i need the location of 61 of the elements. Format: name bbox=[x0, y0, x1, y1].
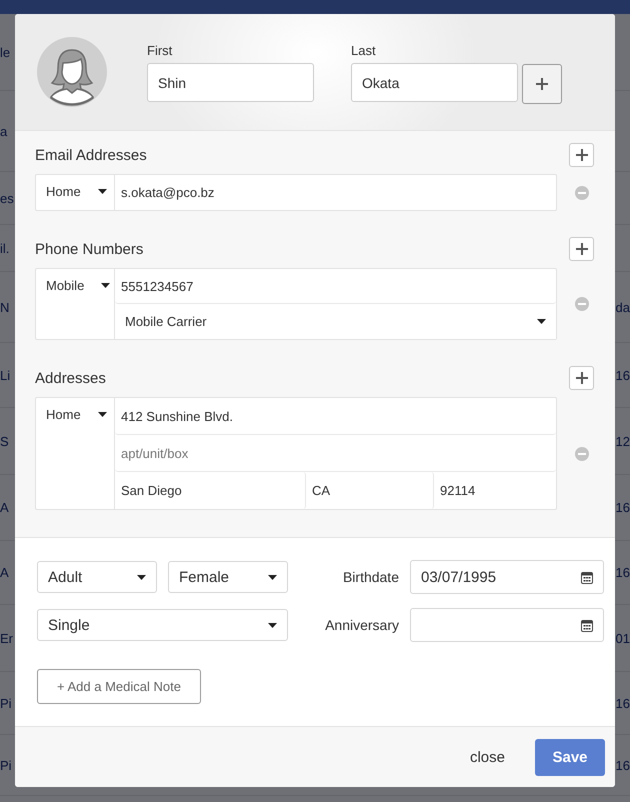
background-text: 16 bbox=[616, 565, 630, 580]
background-text: es bbox=[0, 190, 14, 206]
date-field[interactable]: 03/07/1995 bbox=[410, 560, 604, 594]
background-text: Li bbox=[0, 368, 10, 382]
field-label: Last bbox=[351, 42, 377, 58]
address-entry[interactable]: Home 412 Sunshine Blvd. apt/unit/box San Diego CA 92114 bbox=[35, 397, 557, 510]
background-text: 16 bbox=[616, 500, 630, 515]
background-text: Pi bbox=[0, 696, 12, 710]
caret-icon bbox=[537, 319, 546, 324]
caret-icon bbox=[101, 283, 110, 288]
background-text: 16 bbox=[616, 758, 630, 772]
phone-entry[interactable]: Mobile 5551234567 Mobile Carrier bbox=[35, 268, 557, 340]
gender-dropdown[interactable]: Female bbox=[168, 561, 288, 593]
background-text: 16 bbox=[616, 368, 630, 382]
caret-icon bbox=[268, 622, 277, 628]
background-text: a bbox=[0, 124, 8, 138]
section-title: Email Addresses bbox=[35, 146, 147, 164]
background-text: 01 bbox=[616, 630, 630, 646]
calendar-icon[interactable] bbox=[581, 618, 593, 632]
marital-status-dropdown[interactable]: Single bbox=[37, 609, 288, 641]
calendar-icon[interactable] bbox=[581, 570, 593, 584]
field-label: Birthdate bbox=[342, 569, 399, 585]
background-text: Er bbox=[0, 630, 13, 646]
background-text: N bbox=[0, 300, 10, 314]
background-text: le bbox=[0, 44, 10, 60]
date-field[interactable] bbox=[410, 608, 604, 642]
background-text: Pi bbox=[0, 758, 12, 772]
type-dropdown[interactable]: Mobile bbox=[46, 278, 110, 293]
section-title: Phone Numbers bbox=[35, 240, 144, 258]
background-text: S bbox=[0, 434, 9, 448]
background-text: da bbox=[616, 300, 630, 314]
background-text: 12 bbox=[616, 434, 630, 448]
background-text: 16 bbox=[616, 696, 630, 710]
add-button[interactable] bbox=[569, 237, 594, 261]
section-title: Addresses bbox=[35, 370, 106, 386]
caret-icon bbox=[268, 574, 277, 580]
field-label: First bbox=[147, 42, 174, 58]
add-button[interactable] bbox=[569, 143, 594, 167]
plus-icon bbox=[576, 372, 588, 384]
background-text: A bbox=[0, 500, 9, 515]
add-name-button[interactable] bbox=[522, 64, 562, 104]
plus-icon bbox=[576, 149, 588, 161]
age-group-dropdown[interactable]: Adult bbox=[37, 561, 157, 593]
background-text: il. bbox=[0, 240, 10, 256]
avatar-icon bbox=[37, 37, 107, 107]
type-dropdown[interactable]: Home bbox=[46, 407, 107, 422]
type-dropdown[interactable]: Home bbox=[46, 184, 107, 199]
first-name-field[interactable]: Shin bbox=[147, 63, 314, 102]
field-label: Anniversary bbox=[324, 617, 399, 633]
save-button[interactable]: Save bbox=[535, 739, 605, 776]
close-button[interactable]: close bbox=[470, 749, 505, 766]
add-medical-note-button[interactable]: + Add a Medical Note bbox=[37, 669, 201, 704]
last-name-field[interactable]: Okata bbox=[351, 63, 518, 102]
background-text: A bbox=[0, 565, 9, 580]
plus-icon bbox=[576, 243, 588, 255]
plus-icon bbox=[536, 78, 548, 90]
add-button[interactable] bbox=[569, 366, 594, 390]
email-entry[interactable]: Home s.okata@pco.bz bbox=[35, 174, 557, 211]
caret-icon bbox=[98, 189, 107, 194]
caret-icon bbox=[98, 412, 107, 417]
caret-icon bbox=[137, 574, 146, 580]
